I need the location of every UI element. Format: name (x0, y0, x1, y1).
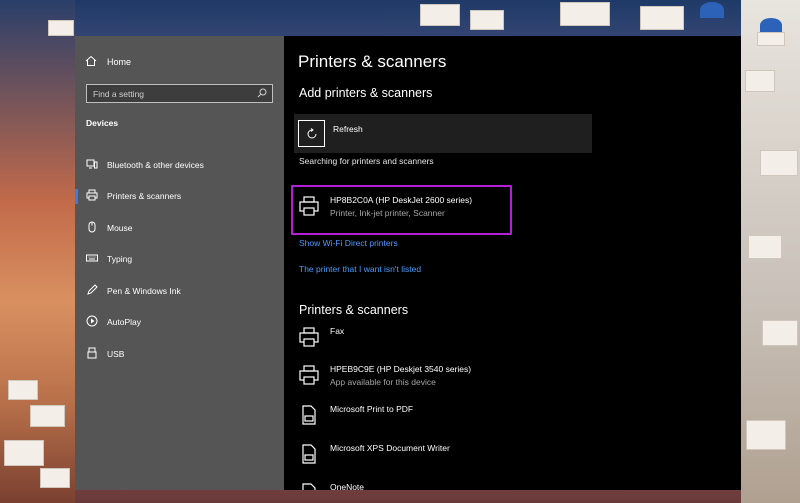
wallpaper-blue-dome (700, 2, 724, 18)
page-title: Printers & scanners (298, 52, 447, 71)
home-icon (85, 55, 97, 69)
settings-sidebar: Home Devices Bluetooth & other devices P… (75, 36, 284, 490)
sidebar-item-label: Printers & scanners (107, 191, 182, 202)
usb-icon (86, 347, 98, 361)
sidebar-item-mouse[interactable]: Mouse (75, 212, 284, 244)
wallpaper-house (757, 32, 785, 46)
wifi-direct-link[interactable]: Show Wi-Fi Direct printers (299, 238, 398, 248)
sidebar-item-bluetooth[interactable]: Bluetooth & other devices (75, 149, 284, 181)
wallpaper-house (8, 380, 38, 400)
wallpaper-house (760, 150, 798, 176)
refresh-icon (298, 120, 325, 147)
settings-window: Home Devices Bluetooth & other devices P… (75, 36, 741, 490)
sidebar-home[interactable]: Home (85, 55, 131, 69)
document-printer-icon (298, 482, 320, 490)
sidebar-item-label: Mouse (107, 222, 133, 233)
printer-icon (298, 326, 320, 348)
autoplay-icon (86, 315, 98, 329)
device-name: Microsoft XPS Document Writer (330, 443, 450, 453)
wallpaper-house (4, 440, 44, 466)
device-list-item[interactable]: Microsoft XPS Document Writer (298, 441, 450, 465)
sidebar-item-autoplay[interactable]: AutoPlay (75, 307, 284, 339)
wallpaper-house (40, 468, 70, 488)
search-icon[interactable] (257, 85, 267, 103)
sidebar-item-label: Bluetooth & other devices (107, 159, 204, 170)
found-printer-name: HP8B2C0A (HP DeskJet 2600 series) (330, 195, 473, 205)
device-list-item[interactable]: Fax (298, 324, 344, 348)
device-list-item[interactable]: OneNote (298, 480, 364, 490)
wallpaper-house (762, 320, 798, 346)
document-printer-icon (298, 443, 320, 465)
search-box[interactable] (86, 84, 273, 103)
search-input[interactable] (93, 88, 243, 99)
device-list-item[interactable]: HPEB9C9E (HP Deskjet 3540 series) App av… (298, 362, 471, 387)
keyboard-icon (86, 252, 98, 266)
printer-icon (298, 364, 320, 386)
device-name: HPEB9C9E (HP Deskjet 3540 series) (330, 364, 472, 374)
wallpaper-house (560, 2, 610, 26)
installed-printers-heading: Printers & scanners (299, 303, 409, 317)
wallpaper-house (30, 405, 65, 427)
device-list-item[interactable]: Microsoft Print to PDF (298, 402, 413, 426)
sidebar-item-label: AutoPlay (107, 317, 142, 328)
device-name: Microsoft Print to PDF (330, 404, 414, 414)
sidebar-item-label: Pen & Windows Ink (107, 285, 181, 296)
printer-not-listed-link[interactable]: The printer that I want isn't listed (299, 264, 421, 274)
device-name: OneNote (330, 482, 365, 490)
sidebar-item-typing[interactable]: Typing (75, 244, 284, 276)
refresh-label: Refresh (333, 124, 363, 134)
sidebar-item-printers-scanners[interactable]: Printers & scanners (75, 181, 284, 213)
refresh-button[interactable]: Refresh (294, 114, 592, 153)
wallpaper-house (48, 20, 74, 36)
section-label-devices: Devices (86, 118, 119, 128)
sidebar-home-label: Home (107, 57, 132, 67)
printer-icon (298, 195, 320, 217)
device-subtitle: App available for this device (330, 377, 436, 387)
wallpaper-left-strip (0, 0, 75, 503)
wallpaper-house (748, 235, 782, 259)
sidebar-item-usb[interactable]: USB (75, 338, 284, 370)
wallpaper-house (470, 10, 504, 30)
sidebar-item-label: USB (107, 348, 125, 359)
wallpaper-blue-dome (760, 18, 782, 32)
device-name: Fax (330, 326, 345, 336)
sidebar-item-label: Typing (107, 254, 133, 265)
settings-main: Printers & scanners Add printers & scann… (284, 36, 741, 490)
wallpaper-house (745, 70, 775, 92)
found-printer-subtitle: Printer, Ink-jet printer, Scanner (330, 208, 445, 218)
wallpaper-house (746, 420, 786, 450)
document-printer-icon (298, 404, 320, 426)
wallpaper-house (420, 4, 460, 26)
bluetooth-devices-icon (86, 158, 98, 172)
wallpaper-house (640, 6, 684, 30)
sidebar-nav: Bluetooth & other devices Printers & sca… (75, 149, 284, 370)
searching-status: Searching for printers and scanners (299, 156, 434, 166)
pen-icon (86, 284, 98, 298)
sidebar-item-pen-ink[interactable]: Pen & Windows Ink (75, 275, 284, 307)
mouse-icon (86, 221, 98, 235)
found-printer-item[interactable]: HP8B2C0A (HP DeskJet 2600 series) Printe… (298, 193, 472, 218)
printer-icon (86, 189, 98, 203)
add-printers-heading: Add printers & scanners (299, 86, 433, 100)
